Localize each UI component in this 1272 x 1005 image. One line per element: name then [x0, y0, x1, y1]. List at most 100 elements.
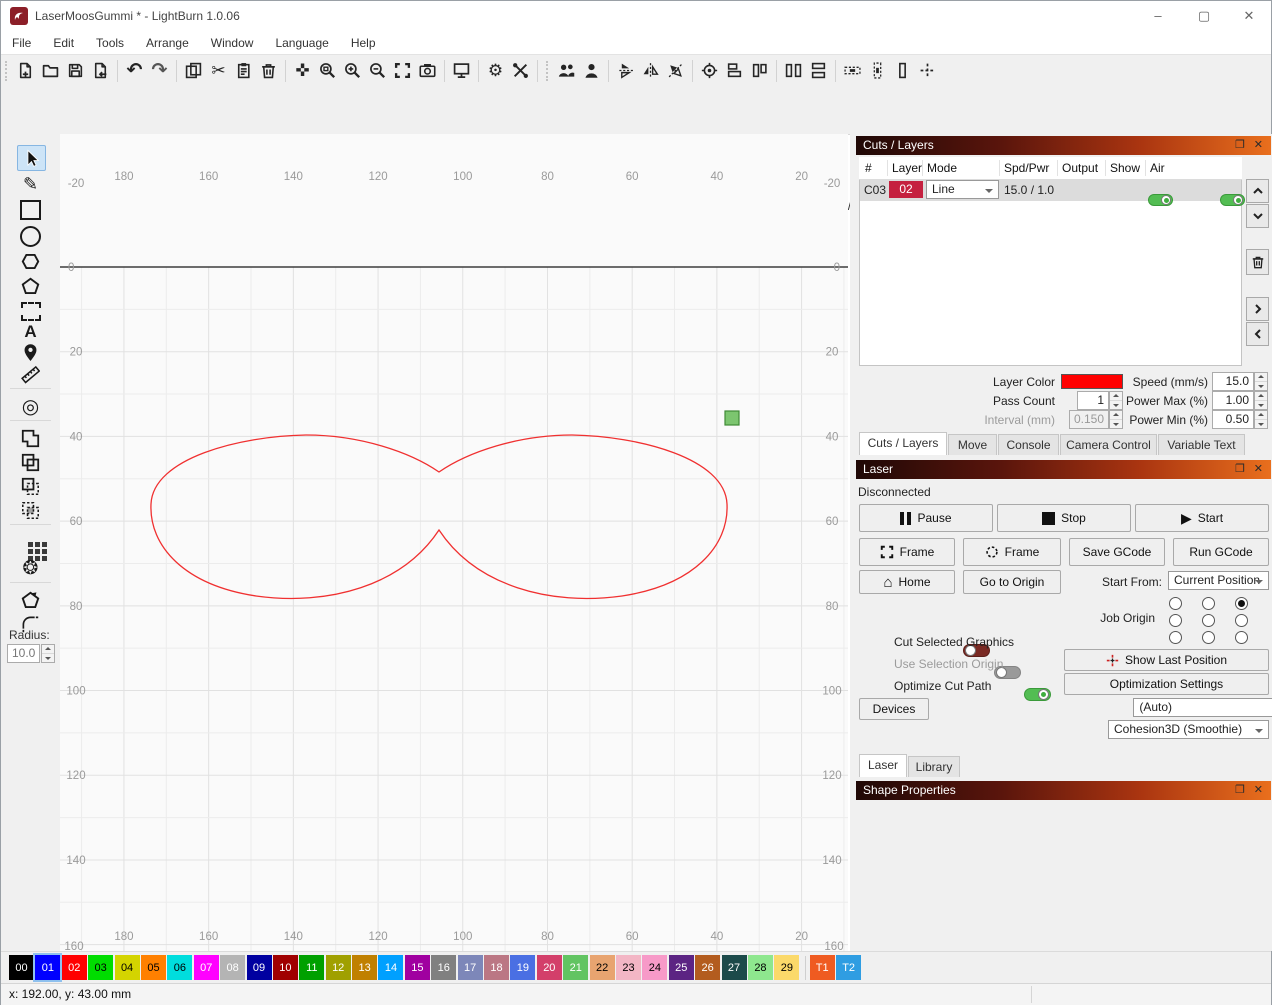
device-select[interactable]: Cohesion3D (Smoothie)	[1108, 720, 1269, 739]
copy-icon[interactable]	[181, 58, 206, 84]
menu-window[interactable]: Window	[200, 31, 265, 54]
palette-color-15[interactable]: 15	[405, 955, 430, 980]
boolean-intersect-tool[interactable]	[17, 498, 44, 522]
paste-icon[interactable]	[231, 58, 256, 84]
radius-spinner[interactable]	[41, 644, 55, 663]
palette-color-18[interactable]: 18	[484, 955, 509, 980]
palette-color-19[interactable]: 19	[510, 955, 535, 980]
optimize-cut-path-toggle[interactable]	[1024, 688, 1051, 701]
zoom-in-icon[interactable]	[340, 58, 365, 84]
job-origin-top-right[interactable]	[1235, 597, 1248, 610]
devices-button[interactable]: Devices	[859, 698, 929, 720]
layer-mode-select[interactable]: Line	[926, 180, 999, 199]
space-vertical-icon[interactable]	[865, 58, 890, 84]
job-origin-top-left[interactable]	[1169, 597, 1182, 610]
home-button[interactable]: ⌂ Home	[859, 570, 955, 594]
offset-shapes-tool[interactable]: ◎	[17, 394, 44, 418]
layer-left-button[interactable]	[1246, 322, 1269, 346]
layer-row[interactable]: C03 02 Line 15.0 / 1.0	[860, 179, 1241, 201]
palette-color-06[interactable]: 06	[167, 955, 192, 980]
palette-color-21[interactable]: 21	[563, 955, 588, 980]
stop-button[interactable]: Stop	[997, 504, 1131, 532]
menu-tools[interactable]: Tools	[85, 31, 135, 54]
tab-camera-control[interactable]: Camera Control	[1060, 434, 1157, 455]
open-file-icon[interactable]	[38, 58, 63, 84]
palette-color-02[interactable]: 02	[62, 955, 87, 980]
delete-icon[interactable]	[256, 58, 281, 84]
palette-color-28[interactable]: 28	[748, 955, 773, 980]
palette-color-25[interactable]: 25	[669, 955, 694, 980]
palette-color-14[interactable]: 14	[378, 955, 403, 980]
menu-arrange[interactable]: Arrange	[135, 31, 200, 54]
palette-color-07[interactable]: 07	[194, 955, 219, 980]
radius-input[interactable]: 10.0	[7, 644, 40, 663]
minimize-button[interactable]: –	[1143, 5, 1173, 27]
menu-help[interactable]: Help	[340, 31, 387, 54]
layer-right-button[interactable]	[1246, 297, 1269, 321]
glasses-shape[interactable]	[151, 435, 727, 598]
cut-icon[interactable]: ✂	[206, 58, 231, 84]
pause-button[interactable]: Pause	[859, 504, 993, 532]
palette-color-17[interactable]: 17	[458, 955, 483, 980]
tab-laser[interactable]: Laser	[859, 754, 907, 777]
tab-variable-text[interactable]: Variable Text	[1158, 434, 1245, 455]
layer-delete-button[interactable]	[1246, 249, 1269, 275]
palette-color-09[interactable]: 09	[247, 955, 272, 980]
port-select[interactable]: (Auto)	[1133, 698, 1272, 717]
weld-tool[interactable]	[17, 426, 44, 450]
palette-color-22[interactable]: 22	[590, 955, 615, 980]
distribute-horizontal-icon[interactable]	[781, 58, 806, 84]
position-laser-tool[interactable]	[17, 340, 44, 364]
power-min-input[interactable]: 0.50	[1212, 410, 1254, 429]
palette-color-05[interactable]: 05	[141, 955, 166, 980]
zoom-out-icon[interactable]	[365, 58, 390, 84]
job-origin-bottom-right[interactable]	[1235, 631, 1248, 644]
palette-color-26[interactable]: 26	[695, 955, 720, 980]
job-origin-mid-right[interactable]	[1235, 614, 1248, 627]
mirror-diagonal-icon[interactable]	[663, 58, 688, 84]
material-library-users-icon[interactable]	[554, 58, 579, 84]
close-button[interactable]: ✕	[1234, 5, 1264, 27]
new-file-icon[interactable]	[13, 58, 38, 84]
save-icon[interactable]	[63, 58, 88, 84]
pan-view-icon[interactable]: ✜	[290, 58, 315, 84]
move-to-position-icon[interactable]	[915, 58, 940, 84]
palette-color-00[interactable]: 00	[9, 955, 34, 980]
palette-color-29[interactable]: 29	[774, 955, 799, 980]
align-column-icon[interactable]	[890, 58, 915, 84]
menu-language[interactable]: Language	[264, 31, 339, 54]
polygon-tool[interactable]	[17, 249, 44, 273]
draw-lines-tool[interactable]: ✎	[17, 172, 44, 196]
edit-nodes-tool[interactable]	[17, 274, 44, 298]
workspace-canvas[interactable]: 1801801601601401401201201001008080606040…	[60, 134, 848, 951]
frame-circle-button[interactable]: Frame	[963, 538, 1061, 566]
start-point-tool[interactable]	[17, 588, 44, 612]
palette-color-04[interactable]: 04	[115, 955, 140, 980]
optimization-settings-button[interactable]: Optimization Settings	[1064, 673, 1269, 695]
job-origin-mid-left[interactable]	[1169, 614, 1182, 627]
palette-color-20[interactable]: 20	[537, 955, 562, 980]
job-origin-marker[interactable]	[725, 411, 739, 425]
palette-color-T1[interactable]: T1	[810, 955, 835, 980]
float-panel-icon[interactable]: ❐	[1235, 136, 1245, 155]
palette-color-10[interactable]: 10	[273, 955, 298, 980]
tab-move[interactable]: Move	[948, 434, 997, 455]
rectangle-tool[interactable]	[17, 198, 44, 222]
flip-vertical-icon[interactable]	[613, 58, 638, 84]
measure-tool[interactable]	[17, 362, 44, 386]
menu-file[interactable]: File	[1, 31, 42, 54]
palette-color-11[interactable]: 11	[299, 955, 324, 980]
toolbar-drag-handle[interactable]	[5, 61, 11, 81]
show-last-position-button[interactable]: Show Last Position	[1064, 649, 1269, 671]
job-origin-bottom-left[interactable]	[1169, 631, 1182, 644]
palette-color-13[interactable]: 13	[352, 955, 377, 980]
palette-color-27[interactable]: 27	[722, 955, 747, 980]
grid-array-tool[interactable]	[17, 532, 44, 556]
device-settings-icon[interactable]	[508, 58, 533, 84]
palette-color-03[interactable]: 03	[88, 955, 113, 980]
boolean-subtract-tool[interactable]	[17, 474, 44, 498]
circular-array-tool[interactable]: ❂	[17, 556, 44, 580]
palette-color-23[interactable]: 23	[616, 955, 641, 980]
import-icon[interactable]	[88, 58, 113, 84]
job-origin-mid-center[interactable]	[1202, 614, 1215, 627]
